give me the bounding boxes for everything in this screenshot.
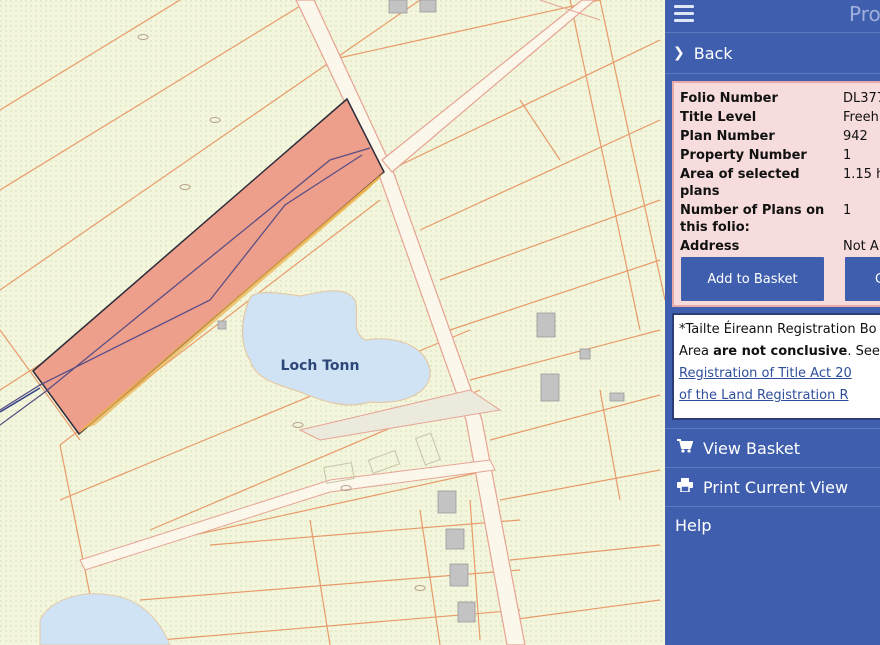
notice-text: Area	[679, 344, 714, 359]
field-label: Number of Plans on this folio:	[680, 203, 825, 235]
field-label: Property Number	[680, 148, 807, 163]
land-registration-rules-link[interactable]: of the Land Registration R	[679, 388, 849, 403]
map-view[interactable]: Loch Tonn	[0, 0, 665, 645]
side-panel: Pro ❯ Back Folio Number DL377 Title Level…	[665, 0, 880, 645]
field-label: Folio Number	[680, 91, 778, 106]
lake-label: Loch Tonn	[281, 358, 360, 374]
field-label: Plan Number	[680, 129, 775, 144]
back-button[interactable]: ❯ Back	[665, 33, 880, 74]
registration-notice: *Tailte Éireann Registration Bo Area are…	[672, 313, 880, 420]
notice-line-1: *Tailte Éireann Registration Bo	[679, 322, 877, 337]
secondary-button[interactable]: C	[845, 257, 880, 301]
back-label: Back	[693, 43, 733, 63]
field-value: 1.15 h	[843, 167, 880, 182]
table-row: Address Not A	[680, 237, 880, 256]
folio-details-table: Folio Number DL377 Title Level Freeh Plan …	[680, 89, 880, 256]
notice-bold-text: are not conclusive	[713, 344, 848, 359]
folio-info-card: Folio Number DL377 Title Level Freeh Plan …	[672, 81, 880, 307]
field-value: Not A	[843, 239, 879, 254]
printer-icon	[675, 478, 695, 496]
field-value: DL377	[843, 91, 880, 106]
add-to-basket-button[interactable]: Add to Basket	[681, 257, 824, 301]
map-canvas[interactable]: Loch Tonn	[0, 0, 665, 645]
view-basket-label: View Basket	[703, 438, 800, 458]
print-view-label: Print Current View	[703, 477, 849, 497]
print-view-button[interactable]: Print Current View	[665, 467, 880, 506]
notice-line-2: Area are not conclusive. See	[679, 341, 880, 363]
panel-title: Pro	[849, 2, 880, 26]
field-label: Title Level	[680, 110, 757, 125]
table-row: Number of Plans on this folio: 1	[680, 201, 880, 237]
chevron-right-icon: ❯	[673, 45, 685, 61]
field-value: Freeh	[843, 110, 879, 125]
cart-icon	[675, 439, 695, 457]
field-value: 1	[843, 203, 852, 218]
table-row: Title Level Freeh	[680, 108, 880, 127]
table-row: Folio Number DL377	[680, 89, 880, 108]
table-row: Area of selected plans 1.15 h	[680, 165, 880, 201]
help-button[interactable]: Help	[665, 506, 880, 544]
field-label: Address	[680, 239, 740, 254]
notice-text: . See	[847, 344, 880, 359]
view-basket-button[interactable]: View Basket	[665, 428, 880, 467]
field-label: Area of selected plans	[680, 167, 800, 199]
field-value: 1	[843, 148, 852, 163]
help-label: Help	[675, 516, 712, 535]
field-value: 942	[843, 129, 868, 144]
panel-header: Pro	[665, 0, 880, 33]
menu-icon[interactable]	[674, 5, 694, 23]
registration-act-link[interactable]: Registration of Title Act 20	[679, 366, 852, 381]
table-row: Plan Number 942	[680, 127, 880, 146]
table-row: Property Number 1	[680, 146, 880, 165]
